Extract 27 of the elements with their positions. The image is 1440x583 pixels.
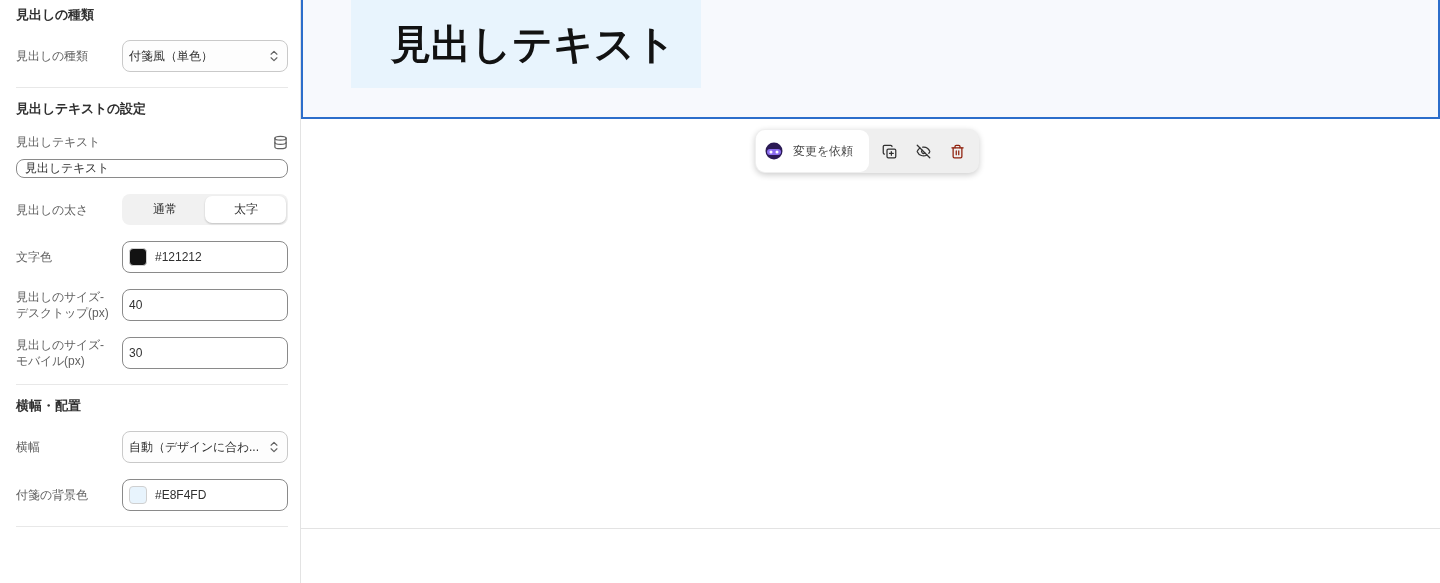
field-label: 見出しテキスト [16, 134, 101, 150]
number-field[interactable]: 40 [122, 289, 288, 321]
database-icon[interactable] [273, 134, 288, 150]
section-title: 横幅・配置 [16, 397, 82, 415]
field-label: 見出しの種類 [16, 48, 89, 64]
input-field[interactable]: 見出しテキスト [16, 159, 288, 178]
color-swatch[interactable] [129, 248, 147, 266]
heading-text: 見出しテキスト [391, 20, 676, 68]
field-label: 見出しの太さ [16, 201, 89, 218]
request-change-button[interactable]: 変更を依頼 [756, 130, 869, 172]
field-label: 文字色 [16, 249, 53, 265]
selected-block[interactable]: 見出しテキスト [301, 0, 1440, 119]
color-field[interactable]: #E8F4FD [122, 479, 288, 511]
avatar-icon [765, 142, 783, 160]
segment-option[interactable]: 通常 [124, 196, 205, 223]
field-label: 横幅 [16, 439, 41, 455]
select-field[interactable]: 自動（デザインに合わ... [122, 431, 288, 463]
field-label: 付箋の背景色 [16, 487, 89, 503]
select-field[interactable]: 付箋風（単色） [122, 40, 288, 72]
section-title: 見出しの種類 [16, 6, 95, 24]
color-field[interactable]: #121212 [122, 241, 288, 273]
field-label: 見出しのサイズ-デスクトップ(px) [16, 289, 110, 321]
field-label: 見出しのサイズ-モバイル(px) [16, 337, 105, 369]
color-swatch[interactable] [129, 486, 147, 504]
section-title: 見出しテキストの設定 [16, 100, 147, 118]
segment-option[interactable]: 太字 [205, 196, 286, 223]
number-field[interactable]: 30 [122, 337, 288, 369]
